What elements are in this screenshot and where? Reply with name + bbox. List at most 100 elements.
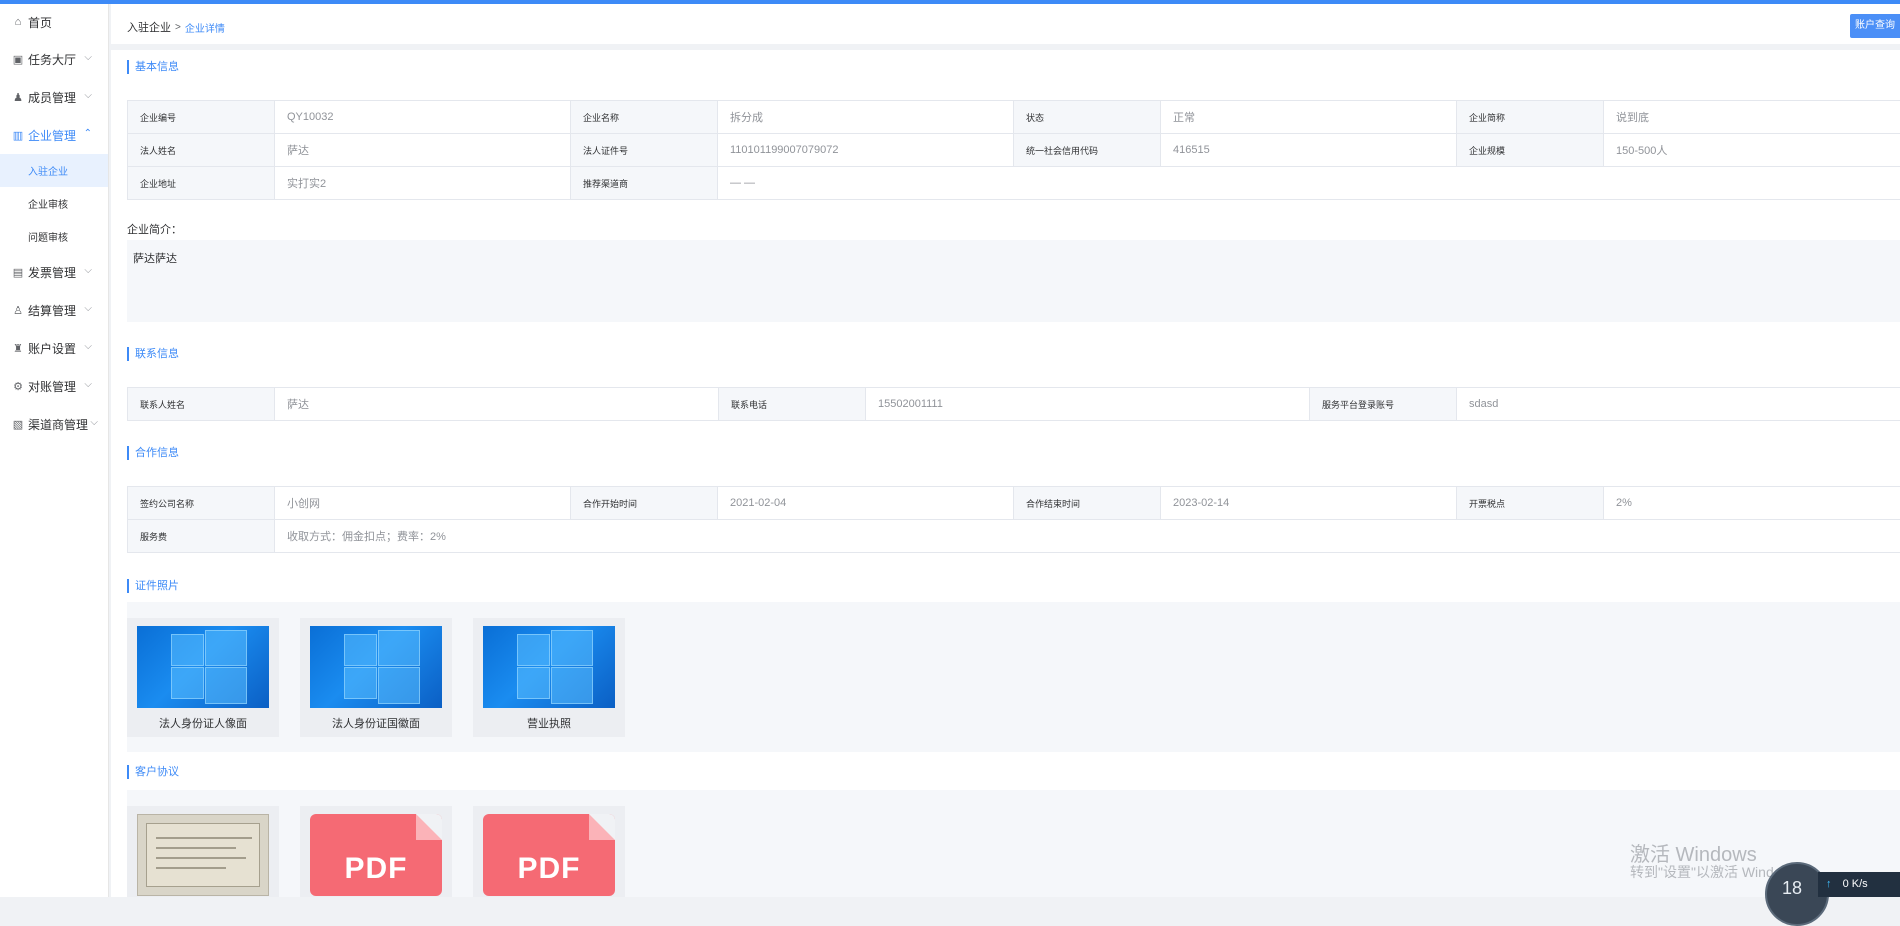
agreement-card-image[interactable] xyxy=(127,806,279,897)
windows-image-icon xyxy=(310,626,442,708)
sidebar-item-tasks[interactable]: ▣ 任务大厅 ⌵ xyxy=(0,40,108,78)
certificate-caption: 营业执照 xyxy=(473,715,625,731)
field-label: 联系电话 xyxy=(719,388,866,421)
chevron-up-icon: ⌃ xyxy=(84,128,92,139)
field-value: 110101199007079072 xyxy=(718,134,1014,167)
sidebar-item-label: 渠道商管理 xyxy=(28,416,88,433)
field-label: 状态 xyxy=(1014,101,1161,134)
basic-info-table: 企业编号 QY10032 企业名称 拆分成 状态 正常 企业简称 说到底 法人姓… xyxy=(127,100,1900,200)
field-value: — — xyxy=(718,167,1900,200)
agreement-card-pdf[interactable]: PDF xyxy=(300,806,452,897)
chevron-down-icon: ⌵ xyxy=(90,417,98,428)
contact-info-table: 联系人姓名 萨达 联系电话 15502001111 服务平台登录账号 sdasd xyxy=(127,387,1900,421)
sidebar-item-label: 企业管理 xyxy=(28,127,76,144)
pdf-icon: PDF xyxy=(310,814,442,896)
sidebar-item-settlement[interactable]: ♙ 结算管理 ⌵ xyxy=(0,291,108,329)
account-query-button[interactable]: 账户查询 xyxy=(1850,14,1900,38)
sidebar-item-label: 发票管理 xyxy=(28,264,76,281)
breadcrumb-separator: > xyxy=(175,22,181,33)
field-value: 萨达 xyxy=(275,388,719,421)
breadcrumb-current: 企业详情 xyxy=(185,20,225,35)
system-gauge-value: 18 xyxy=(1782,878,1802,899)
windows-image-icon xyxy=(137,626,269,708)
field-value: 小创网 xyxy=(275,487,571,520)
field-label: 服务费 xyxy=(128,520,275,553)
field-value: 收取方式：佣金扣点；费率：2% xyxy=(275,520,1900,553)
field-value: 2% xyxy=(1604,487,1900,520)
sidebar-item-label: 结算管理 xyxy=(28,302,76,319)
sidebar-subitem-enterprise-review[interactable]: 企业审核 xyxy=(0,187,108,220)
chevron-down-icon: ⌵ xyxy=(84,379,92,390)
table-row: 联系人姓名 萨达 联系电话 15502001111 服务平台登录账号 sdasd xyxy=(128,388,1900,421)
enterprise-icon: ▥ xyxy=(12,129,24,141)
sidebar-subitem-issue-review[interactable]: 问题审核 xyxy=(0,220,108,253)
sidebar-item-home[interactable]: ⌂ 首页 xyxy=(0,4,108,40)
field-label: 合作结束时间 xyxy=(1014,487,1161,520)
sidebar-item-invoice[interactable]: ▤ 发票管理 ⌵ xyxy=(0,253,108,291)
certificate-document-icon xyxy=(137,814,269,896)
chevron-down-icon: ⌵ xyxy=(84,303,92,314)
sidebar-item-label: 任务大厅 xyxy=(28,51,76,68)
field-label: 推荐渠道商 xyxy=(571,167,718,200)
sidebar-item-reconcile[interactable]: ⚙ 对账管理 ⌵ xyxy=(0,367,108,405)
field-value: QY10032 xyxy=(275,101,571,134)
sidebar-item-channel[interactable]: ▧ 渠道商管理 ⌵ xyxy=(0,405,108,443)
field-label: 企业地址 xyxy=(128,167,275,200)
invoice-icon: ▤ xyxy=(12,266,24,278)
certificate-caption: 法人身份证国徽面 xyxy=(300,715,452,731)
settlement-icon: ♙ xyxy=(12,304,24,316)
cooperation-info-table: 签约公司名称 小创网 合作开始时间 2021-02-04 合作结束时间 2023… xyxy=(127,486,1900,553)
table-row: 企业编号 QY10032 企业名称 拆分成 状态 正常 企业简称 说到底 xyxy=(128,101,1900,134)
field-label: 企业编号 xyxy=(128,101,275,134)
section-title-agreements: 客户协议 xyxy=(127,765,179,779)
upload-arrow-icon: ↑ xyxy=(1826,878,1832,890)
channel-icon: ▧ xyxy=(12,418,24,430)
certificate-card-business-license[interactable]: 营业执照 xyxy=(473,618,625,737)
field-label: 法人姓名 xyxy=(128,134,275,167)
table-row: 服务费 收取方式：佣金扣点；费率：2% xyxy=(128,520,1900,553)
pdf-icon: PDF xyxy=(483,814,615,896)
sidebar-item-label: 成员管理 xyxy=(28,89,76,106)
certificate-gallery: 法人身份证人像面 法人身份证国徽面 营业执照 xyxy=(127,602,1900,752)
intro-text: 萨达萨达 xyxy=(127,240,1900,322)
task-icon: ▣ xyxy=(12,53,24,65)
home-icon: ⌂ xyxy=(12,16,24,28)
network-speed-widget[interactable]: ↑ 0 K/s xyxy=(1818,872,1900,897)
sidebar-item-account[interactable]: ♜ 账户设置 ⌵ xyxy=(0,329,108,367)
section-title-certificates: 证件照片 xyxy=(127,579,179,593)
agreement-card-pdf[interactable]: PDF xyxy=(473,806,625,897)
chevron-down-icon: ⌵ xyxy=(84,90,92,101)
field-label: 统一社会信用代码 xyxy=(1014,134,1161,167)
certificate-card-id-front[interactable]: 法人身份证人像面 xyxy=(127,618,279,737)
field-value: 萨达 xyxy=(275,134,571,167)
sidebar-subitem-settled-enterprise[interactable]: 入驻企业 xyxy=(0,154,108,187)
intro-label: 企业简介： xyxy=(127,221,182,237)
sidebar-item-enterprise[interactable]: ▥ 企业管理 ⌃ xyxy=(0,116,108,154)
pdf-label: PDF xyxy=(310,852,442,886)
field-value: 拆分成 xyxy=(718,101,1014,134)
field-value: 416515 xyxy=(1161,134,1457,167)
field-label: 合作开始时间 xyxy=(571,487,718,520)
network-speed-value: 0 xyxy=(1843,878,1849,890)
network-speed-unit: K/s xyxy=(1852,878,1868,890)
account-icon: ♜ xyxy=(12,342,24,354)
chevron-down-icon: ⌵ xyxy=(84,52,92,63)
table-row: 法人姓名 萨达 法人证件号 110101199007079072 统一社会信用代… xyxy=(128,134,1900,167)
field-value: 2023-02-14 xyxy=(1161,487,1457,520)
section-title-cooperation-info: 合作信息 xyxy=(127,446,179,460)
field-value: 150-500人 xyxy=(1604,134,1900,167)
breadcrumb-parent[interactable]: 入驻企业 xyxy=(127,19,171,35)
field-value: 15502001111 xyxy=(866,388,1310,421)
reconcile-icon: ⚙ xyxy=(12,380,24,392)
pdf-label: PDF xyxy=(483,852,615,886)
certificate-card-id-back[interactable]: 法人身份证国徽面 xyxy=(300,618,452,737)
sidebar-item-label: 账户设置 xyxy=(28,340,76,357)
field-value: 正常 xyxy=(1161,101,1457,134)
field-label: 服务平台登录账号 xyxy=(1310,388,1457,421)
table-row: 签约公司名称 小创网 合作开始时间 2021-02-04 合作结束时间 2023… xyxy=(128,487,1900,520)
sidebar-item-label: 首页 xyxy=(28,14,52,31)
windows-image-icon xyxy=(483,626,615,708)
field-value: sdasd xyxy=(1457,388,1900,421)
sidebar-item-members[interactable]: ♟ 成员管理 ⌵ xyxy=(0,78,108,116)
field-label: 开票税点 xyxy=(1457,487,1604,520)
